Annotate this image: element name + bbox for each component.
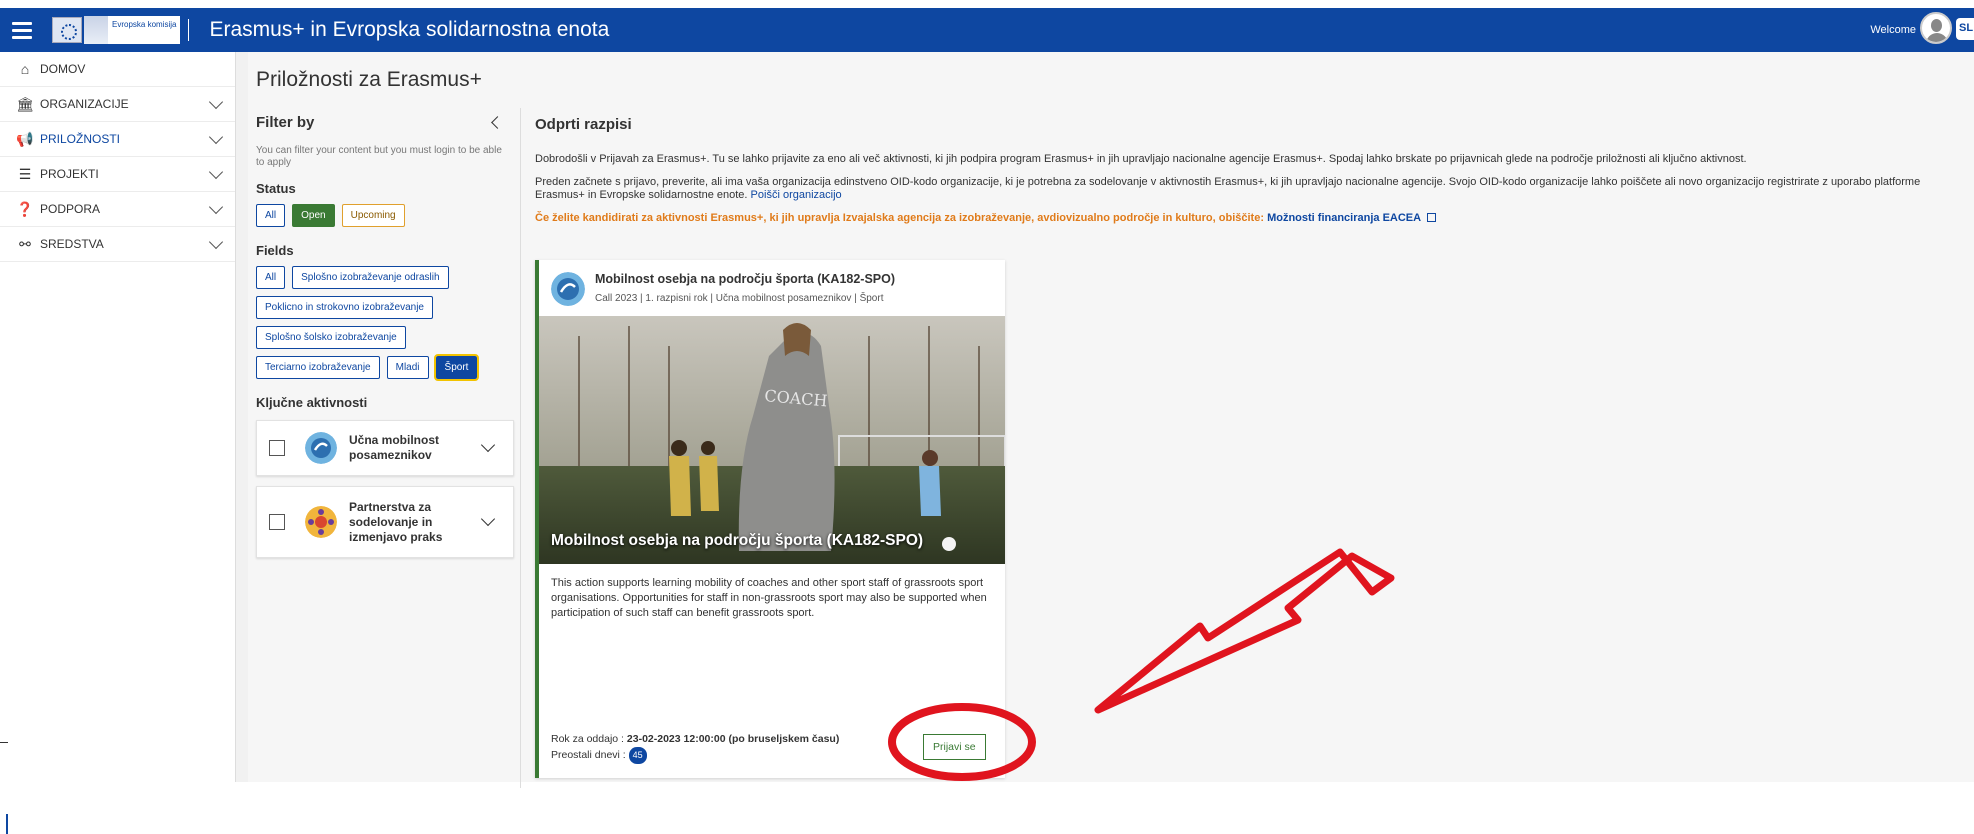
key-actions-label: Ključne aktivnosti — [256, 395, 368, 410]
card-subtitle: Call 2023 | 1. razpisni rok | Učna mobil… — [595, 293, 884, 304]
external-link-icon[interactable] — [1427, 213, 1437, 222]
sidebar-item-label: DOMOV — [40, 62, 86, 76]
calls-section: Odprti razpisi Dobrodošli v Prijavah za … — [535, 116, 1965, 224]
chevron-down-icon[interactable] — [480, 437, 496, 453]
eu-flag-icon — [52, 17, 82, 43]
eacea-link[interactable]: Možnosti financiranja EACEA — [1267, 212, 1421, 224]
partnership-icon — [305, 506, 337, 538]
home-icon: ⌂ — [20, 61, 30, 77]
apply-button[interactable]: Prijavi se — [923, 734, 986, 760]
megaphone-icon: 📢 — [16, 130, 34, 147]
filter-panel: Filter by You can filter your content bu… — [256, 108, 516, 558]
sidebar: ⌂ DOMOV 🏛 ORGANIZACIJE 📢 PRILOŽNOSTI ☰ P… — [0, 52, 236, 834]
status-upcoming-chip[interactable]: Upcoming — [341, 204, 405, 227]
field-vet-chip[interactable]: Poklicno in strokovno izobraževanje — [256, 296, 433, 319]
status-all-chip[interactable]: All — [256, 204, 286, 227]
language-selector[interactable]: SL — [1956, 18, 1974, 40]
key-action-label: Učna mobilnost posameznikov — [349, 433, 440, 462]
question-icon: ❓ — [16, 200, 34, 217]
eacea-text: Če želite kandidirati za aktivnosti Eras… — [535, 212, 1264, 224]
menu-icon[interactable] — [0, 8, 44, 52]
status-open-chip[interactable]: Open — [292, 204, 335, 227]
sidebar-item-sredstva[interactable]: ⚯ SREDSTVA — [0, 227, 235, 262]
chevron-down-icon[interactable] — [480, 511, 496, 527]
field-all-chip[interactable]: All — [256, 266, 286, 289]
sidebar-item-label: PODPORA — [40, 202, 101, 216]
mobility-icon — [551, 272, 585, 306]
sidebar-item-organizacije[interactable]: 🏛 ORGANIZACIJE — [0, 87, 235, 122]
divider — [6, 814, 8, 834]
link-icon: ⚯ — [19, 235, 31, 252]
projects-icon: ☰ — [18, 165, 32, 182]
logo-text: Evropska komisija — [108, 16, 181, 44]
days-label: Preostali dnevi : — [551, 749, 626, 761]
eacea-paragraph: Če želite kandidirati za aktivnosti Eras… — [535, 212, 1965, 224]
field-sport-chip[interactable]: Šport — [433, 354, 480, 381]
section-title: Odprti razpisi — [535, 116, 632, 133]
logo-divider — [188, 19, 190, 41]
deadline-row: Rok za oddajo : 23-02-2023 12:00:00 (po … — [551, 732, 839, 747]
institution-icon: 🏛 — [16, 95, 34, 112]
welcome-text: Welcome — [1870, 24, 1916, 36]
days-badge: 45 — [628, 747, 647, 764]
building-icon — [84, 16, 108, 44]
oid-text: Preden začnete s prijavo, preverite, ali… — [535, 176, 1921, 201]
mobility-icon — [305, 432, 337, 464]
filter-title: Filter by — [256, 114, 315, 131]
sidebar-item-label: PRILOŽNOSTI — [40, 132, 121, 146]
main-content: Priložnosti za Erasmus+ Filter by You ca… — [248, 52, 1974, 788]
card-image: COACH Mobilnost osebja na področju šport… — [539, 316, 1005, 564]
field-higher-education-chip[interactable]: Terciarno izobraževanje — [256, 356, 380, 379]
oid-paragraph: Preden začnete s prijavo, preverite, ali… — [535, 176, 1965, 202]
sidebar-item-label: ORGANIZACIJE — [40, 97, 129, 111]
card-image-title: Mobilnost osebja na področju športa (KA1… — [551, 532, 924, 549]
ec-logo[interactable]: Evropska komisija — [52, 15, 190, 45]
key-action-checkbox[interactable] — [269, 440, 285, 456]
header-bar: Evropska komisija Erasmus+ in Evropska s… — [0, 8, 1974, 52]
divider — [0, 742, 8, 743]
field-adult-education-chip[interactable]: Splošno izobraževanje odraslih — [292, 266, 449, 289]
chevron-down-icon[interactable] — [208, 164, 224, 180]
fields-label: Fields — [256, 243, 294, 258]
sidebar-item-label: PROJEKTI — [40, 167, 99, 181]
intro-text: Dobrodošli v Prijavah za Erasmus+. Tu se… — [535, 153, 1747, 165]
card-title[interactable]: Mobilnost osebja na področju športa (KA1… — [595, 272, 895, 286]
card-header: Mobilnost osebja na področju športa (KA1… — [539, 260, 1005, 316]
page-title: Priložnosti za Erasmus+ — [256, 68, 482, 91]
card-footer: Rok za oddajo : 23-02-2023 12:00:00 (po … — [551, 732, 839, 764]
status-chips: All Open Upcoming — [256, 204, 511, 227]
key-action-card[interactable]: Partnerstva za sodelovanje in izmenjavo … — [256, 486, 514, 558]
top-bar: Evropska komisija Erasmus+ in Evropska s… — [0, 0, 1974, 52]
chevron-down-icon[interactable] — [208, 129, 224, 145]
chevron-down-icon[interactable] — [208, 199, 224, 215]
sidebar-item-domov[interactable]: ⌂ DOMOV — [0, 52, 235, 87]
filter-note: You can filter your content but you must… — [256, 145, 502, 168]
key-action-card[interactable]: Učna mobilnost posameznikov — [256, 420, 514, 476]
days-row: Preostali dnevi : 45 — [551, 747, 839, 764]
divider — [520, 108, 521, 788]
deadline-value: 23-02-2023 12:00:00 (po bruseljskem času… — [626, 733, 840, 745]
sidebar-item-label: SREDSTVA — [40, 237, 104, 251]
filter-header: Filter by — [256, 114, 516, 131]
chevron-down-icon[interactable] — [208, 234, 224, 250]
collapse-icon[interactable] — [491, 116, 504, 129]
sidebar-gutter — [236, 52, 248, 782]
find-organisation-link[interactable]: Poišči organizacijo — [751, 189, 842, 201]
sidebar-item-podpora[interactable]: ❓ PODPORA — [0, 192, 235, 227]
sidebar-item-projekti[interactable]: ☰ PROJEKTI — [0, 157, 235, 192]
deadline-label: Rok za oddajo : — [551, 733, 624, 745]
key-action-label: Partnerstva za sodelovanje in izmenjavo … — [349, 499, 443, 544]
field-school-education-chip[interactable]: Splošno šolsko izobraževanje — [256, 326, 406, 349]
sport-photo: COACH — [539, 316, 1005, 564]
chevron-down-icon[interactable] — [208, 94, 224, 110]
call-card: Mobilnost osebja na področju športa (KA1… — [535, 260, 1005, 778]
field-chips: All Splošno izobraževanje odraslih Pokli… — [256, 266, 511, 381]
key-action-checkbox[interactable] — [269, 514, 285, 530]
sidebar-item-priloznosti[interactable]: 📢 PRILOŽNOSTI — [0, 122, 235, 157]
user-avatar-icon[interactable] — [1920, 12, 1952, 44]
status-label: Status — [256, 181, 296, 196]
card-description: This action supports learning mobility o… — [551, 577, 987, 619]
app-title: Erasmus+ in Evropska solidarnostna enota — [209, 18, 610, 41]
field-youth-chip[interactable]: Mladi — [386, 356, 429, 379]
